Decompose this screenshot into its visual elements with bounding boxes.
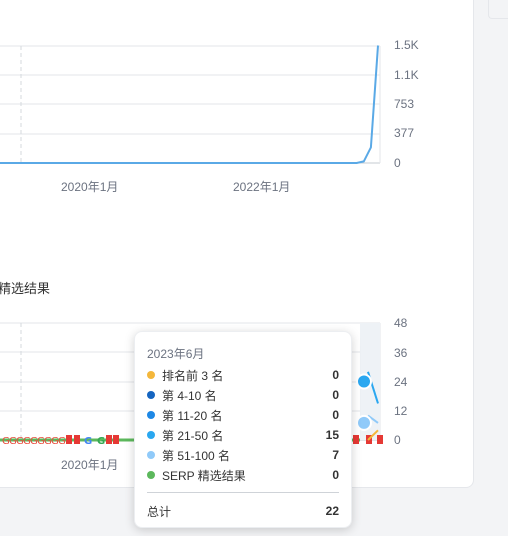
tooltip-date: 2023年6月 bbox=[147, 347, 205, 361]
legend-dot-icon bbox=[147, 391, 155, 399]
tooltip-row-value: 0 bbox=[332, 468, 339, 482]
serp-flag-marker[interactable] bbox=[74, 435, 80, 444]
tooltip-row-label: 排名前 3 名 bbox=[162, 368, 224, 383]
serp-flag-marker[interactable] bbox=[66, 435, 72, 444]
tooltip-row: 第 4-10 名 0 bbox=[147, 386, 339, 404]
google-feature-marker[interactable]: G bbox=[97, 436, 105, 447]
tooltip-row-label: 第 51-100 名 bbox=[162, 448, 231, 463]
serp-flag-marker[interactable] bbox=[377, 435, 383, 444]
y2-tick-36: 36 bbox=[394, 346, 408, 360]
google-feature-marker[interactable]: G bbox=[84, 436, 92, 447]
tooltip-divider bbox=[147, 492, 339, 493]
y2-tick-0: 0 bbox=[394, 433, 401, 447]
tooltip-row-label: 第 21-50 名 bbox=[162, 428, 224, 443]
legend-dot-icon bbox=[147, 471, 155, 479]
tooltip-row: SERP 精选结果 0 bbox=[147, 466, 339, 484]
tooltip-row-label: 第 4-10 名 bbox=[162, 388, 217, 403]
tooltip-row-value: 0 bbox=[332, 408, 339, 422]
legend-dot-icon bbox=[147, 411, 155, 419]
serp-flag-marker[interactable] bbox=[353, 435, 359, 444]
y2-tick-48: 48 bbox=[394, 316, 408, 330]
tooltip-row: 第 21-50 名 15 bbox=[147, 426, 339, 444]
tooltip-row-value: 7 bbox=[332, 448, 339, 462]
tooltip-row-value: 0 bbox=[332, 388, 339, 402]
serp-feature-marker[interactable]: G bbox=[58, 436, 66, 447]
y2-tick-12: 12 bbox=[394, 404, 408, 418]
legend-dot-icon bbox=[147, 451, 155, 459]
legend-dot-icon bbox=[147, 371, 155, 379]
serp-flag-marker[interactable] bbox=[106, 435, 112, 444]
tooltip-total-row: 总计 22 bbox=[147, 502, 339, 520]
legend-dot-icon bbox=[147, 431, 155, 439]
tooltip-row: 排名前 3 名 0 bbox=[147, 366, 339, 384]
hover-point[interactable] bbox=[356, 414, 372, 431]
serp-flag-marker[interactable] bbox=[113, 435, 119, 444]
tooltip-row-value: 0 bbox=[332, 368, 339, 382]
tooltip-row-value: 15 bbox=[325, 428, 339, 442]
tooltip-row: 第 51-100 名 7 bbox=[147, 446, 339, 464]
chart-tooltip: 2023年6月 排名前 3 名 0 第 4-10 名 0 第 11-20 名 0 第 21-… bbox=[134, 331, 352, 528]
tooltip-row: 第 11-20 名 0 bbox=[147, 406, 339, 424]
y2-tick-24: 24 bbox=[394, 375, 408, 389]
hover-point[interactable] bbox=[356, 373, 372, 390]
tooltip-total-value: 22 bbox=[325, 504, 339, 518]
tooltip-row-label: 第 11-20 名 bbox=[162, 408, 223, 423]
tooltip-total-label: 总计 bbox=[147, 504, 172, 519]
x2-tick-2020: 2020年1月 bbox=[61, 458, 117, 472]
tooltip-row-label: SERP 精选结果 bbox=[162, 468, 246, 483]
